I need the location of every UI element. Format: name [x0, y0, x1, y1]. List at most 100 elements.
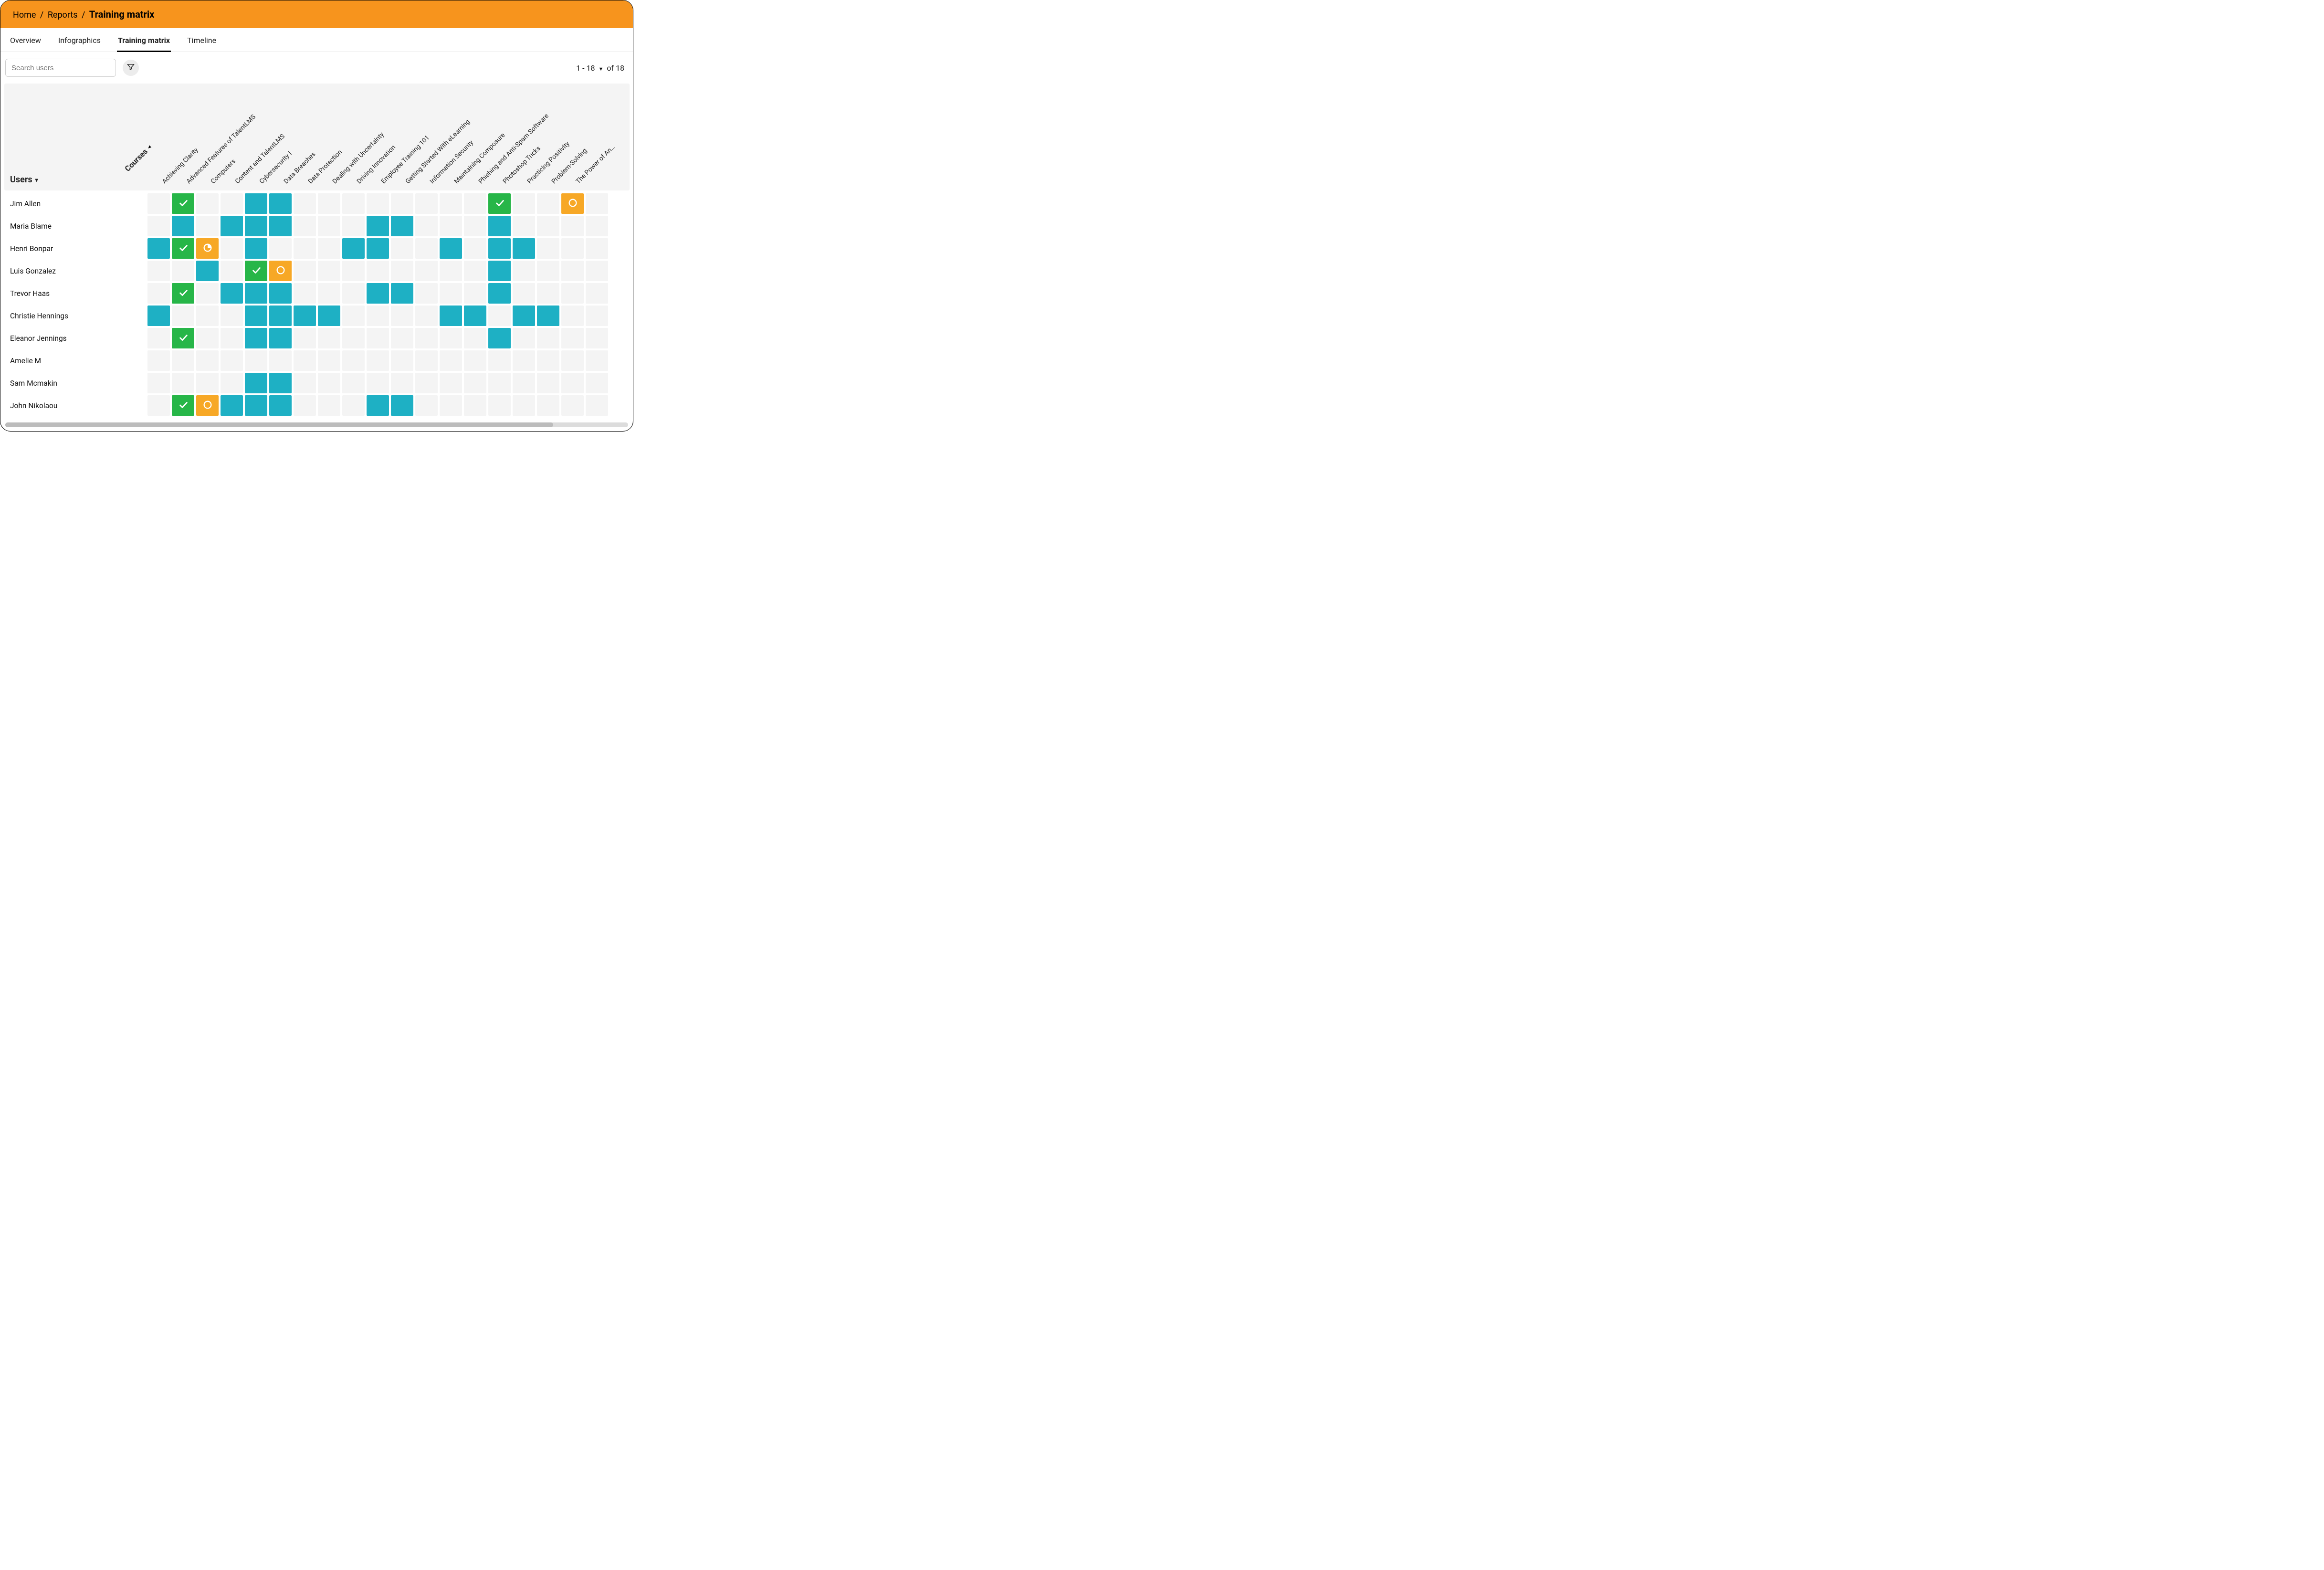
matrix-cell[interactable] — [342, 373, 365, 393]
matrix-cell[interactable] — [464, 373, 486, 393]
matrix-cell[interactable] — [318, 306, 340, 326]
matrix-cell[interactable] — [196, 238, 219, 259]
matrix-cell[interactable] — [172, 193, 194, 214]
matrix-cell[interactable] — [367, 193, 389, 214]
matrix-cell[interactable] — [440, 238, 462, 259]
tab-training-matrix[interactable]: Training matrix — [117, 29, 171, 52]
matrix-cell[interactable] — [440, 216, 462, 236]
matrix-cell[interactable] — [561, 328, 584, 348]
matrix-cell[interactable] — [440, 261, 462, 281]
matrix-cell[interactable] — [561, 238, 584, 259]
matrix-cell[interactable] — [367, 373, 389, 393]
matrix-cell[interactable] — [561, 193, 584, 214]
matrix-cell[interactable] — [391, 216, 413, 236]
matrix-cell[interactable] — [464, 261, 486, 281]
matrix-cell[interactable] — [147, 261, 170, 281]
matrix-cell[interactable] — [537, 283, 559, 304]
user-name[interactable]: Amelie M — [4, 357, 147, 365]
matrix-cell[interactable] — [586, 193, 608, 214]
matrix-cell[interactable] — [537, 373, 559, 393]
matrix-cell[interactable] — [488, 373, 511, 393]
matrix-cell[interactable] — [415, 216, 438, 236]
matrix-cell[interactable] — [488, 350, 511, 371]
matrix-cell[interactable] — [196, 328, 219, 348]
matrix-cell[interactable] — [488, 283, 511, 304]
matrix-cell[interactable] — [561, 350, 584, 371]
breadcrumb-reports[interactable]: Reports — [48, 10, 78, 20]
matrix-cell[interactable] — [537, 350, 559, 371]
matrix-cell[interactable] — [367, 238, 389, 259]
user-name[interactable]: Henri Bonpar — [4, 244, 147, 253]
matrix-cell[interactable] — [513, 283, 535, 304]
filter-button[interactable] — [123, 60, 139, 76]
matrix-cell[interactable] — [537, 328, 559, 348]
matrix-cell[interactable] — [245, 238, 267, 259]
matrix-cell[interactable] — [342, 306, 365, 326]
user-name[interactable]: Maria Blame — [4, 222, 147, 231]
matrix-cell[interactable] — [513, 261, 535, 281]
tab-overview[interactable]: Overview — [9, 29, 42, 52]
matrix-cell[interactable] — [367, 395, 389, 416]
course-header[interactable]: Information Security — [427, 139, 475, 187]
matrix-cell[interactable] — [561, 261, 584, 281]
matrix-cell[interactable] — [318, 373, 340, 393]
matrix-cell[interactable] — [342, 193, 365, 214]
matrix-cell[interactable] — [586, 216, 608, 236]
matrix-cell[interactable] — [342, 395, 365, 416]
matrix-cell[interactable] — [488, 238, 511, 259]
matrix-cell[interactable] — [294, 373, 316, 393]
user-name[interactable]: Eleanor Jennings — [4, 334, 147, 343]
matrix-cell[interactable] — [464, 328, 486, 348]
matrix-cell[interactable] — [245, 216, 267, 236]
matrix-cell[interactable] — [586, 350, 608, 371]
matrix-cell[interactable] — [196, 193, 219, 214]
matrix-cell[interactable] — [196, 373, 219, 393]
matrix-cell[interactable] — [391, 306, 413, 326]
matrix-cell[interactable] — [561, 395, 584, 416]
matrix-cell[interactable] — [196, 395, 219, 416]
matrix-cell[interactable] — [221, 306, 243, 326]
matrix-cell[interactable] — [294, 283, 316, 304]
matrix-cell[interactable] — [196, 306, 219, 326]
matrix-cell[interactable] — [561, 216, 584, 236]
matrix-cell[interactable] — [391, 283, 413, 304]
matrix-cell[interactable] — [172, 216, 194, 236]
matrix-cell[interactable] — [147, 395, 170, 416]
pagination-range[interactable]: 1 - 18 ▼ of 18 — [576, 63, 628, 73]
user-name[interactable]: Sam Mcmakin — [4, 379, 147, 388]
matrix-cell[interactable] — [245, 395, 267, 416]
matrix-cell[interactable] — [269, 238, 292, 259]
matrix-cell[interactable] — [537, 261, 559, 281]
tab-infographics[interactable]: Infographics — [57, 29, 102, 52]
matrix-cell[interactable] — [342, 283, 365, 304]
matrix-cell[interactable] — [440, 350, 462, 371]
matrix-cell[interactable] — [513, 306, 535, 326]
matrix-cell[interactable] — [269, 283, 292, 304]
matrix-cell[interactable] — [269, 306, 292, 326]
matrix-cell[interactable] — [415, 261, 438, 281]
matrix-cell[interactable] — [367, 350, 389, 371]
matrix-cell[interactable] — [172, 306, 194, 326]
matrix-cell[interactable] — [294, 238, 316, 259]
matrix-cell[interactable] — [269, 261, 292, 281]
matrix-cell[interactable] — [196, 261, 219, 281]
matrix-cell[interactable] — [488, 193, 511, 214]
matrix-cell[interactable] — [391, 328, 413, 348]
matrix-cell[interactable] — [367, 306, 389, 326]
matrix-cell[interactable] — [415, 395, 438, 416]
matrix-cell[interactable] — [586, 283, 608, 304]
matrix-cell[interactable] — [147, 238, 170, 259]
matrix-cell[interactable] — [586, 306, 608, 326]
matrix-cell[interactable] — [196, 283, 219, 304]
matrix-cell[interactable] — [245, 193, 267, 214]
user-name[interactable]: Jim Allen — [4, 200, 147, 208]
user-name[interactable]: John Nikolaou — [4, 401, 147, 410]
scrollbar-thumb[interactable] — [5, 422, 553, 427]
matrix-cell[interactable] — [513, 238, 535, 259]
matrix-cell[interactable] — [221, 238, 243, 259]
matrix-cell[interactable] — [440, 328, 462, 348]
matrix-cell[interactable] — [269, 373, 292, 393]
matrix-cell[interactable] — [537, 216, 559, 236]
matrix-cell[interactable] — [147, 350, 170, 371]
matrix-cell[interactable] — [513, 373, 535, 393]
